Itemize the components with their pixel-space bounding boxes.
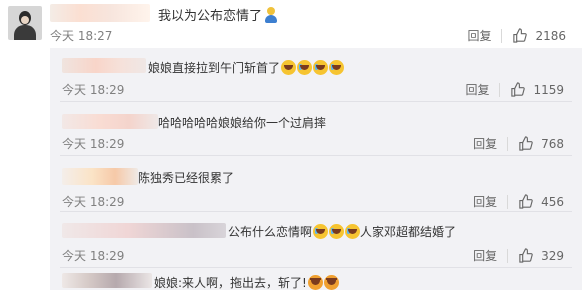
reply-button[interactable]: 回复 bbox=[473, 193, 497, 210]
username-blurred[interactable] bbox=[50, 4, 150, 22]
reply-button[interactable]: 回复 bbox=[473, 135, 497, 152]
thumbs-up-icon[interactable] bbox=[512, 28, 528, 43]
like-count: 2186 bbox=[535, 28, 566, 43]
thumbs-up-icon[interactable] bbox=[518, 248, 533, 263]
avatar[interactable] bbox=[8, 6, 42, 40]
reply-actions: 回复 1159 bbox=[465, 81, 564, 98]
list-item: 娘娘直接拉到午门斩首了 今天 18:29 回复 1159 bbox=[50, 48, 582, 102]
divider bbox=[507, 136, 509, 151]
main-comment: 我以为公布恋情了 今天 18:27 回复 2186 bbox=[0, 0, 586, 48]
laugh-emoji-icon bbox=[281, 60, 297, 75]
reply-time: 今天 18:29 bbox=[62, 249, 125, 263]
list-item: 哈哈哈哈哈娘娘给你一个过肩摔 今天 18:29 回复 768 bbox=[50, 102, 582, 156]
cry-laugh-emoji-icon bbox=[313, 224, 329, 239]
reply-button[interactable]: 回复 bbox=[467, 27, 491, 44]
reply-text: 娘娘直接拉到午门斩首了 bbox=[148, 59, 345, 76]
angry-emoji-icon bbox=[323, 275, 339, 290]
divider bbox=[499, 82, 501, 97]
cry-laugh-emoji-icon bbox=[329, 60, 345, 75]
cry-laugh-emoji-icon bbox=[329, 224, 345, 239]
cry-laugh-emoji-icon bbox=[345, 224, 361, 239]
thumbs-up-icon[interactable] bbox=[518, 194, 533, 209]
thumbs-up-icon[interactable] bbox=[518, 136, 533, 151]
reply-actions: 回复 456 bbox=[473, 193, 564, 210]
reply-text: 哈哈哈哈哈娘娘给你一个过肩摔 bbox=[158, 116, 327, 130]
reply-text: 娘娘:来人啊，拖出去，斩了! bbox=[154, 274, 339, 290]
list-item: 娘娘:来人啊，拖出去，斩了! bbox=[50, 268, 582, 290]
comment-time: 今天 18:27 bbox=[50, 29, 113, 43]
divider bbox=[501, 28, 503, 43]
comment-text: 我以为公布恋情了 bbox=[158, 5, 278, 24]
reply-button[interactable]: 回复 bbox=[473, 247, 497, 264]
list-item: 公布什么恋情啊 人家邓超都结婚了 今天 18:29 回复 329 bbox=[50, 212, 582, 268]
reply-time: 今天 18:29 bbox=[62, 137, 125, 151]
figure-emoji-icon bbox=[264, 7, 278, 23]
reply-list: 娘娘直接拉到午门斩首了 今天 18:29 回复 1159 哈哈哈哈哈娘娘给你一个… bbox=[50, 48, 582, 290]
angry-emoji-icon bbox=[307, 275, 323, 290]
reply-text: 公布什么恋情啊 人家邓超都结婚了 bbox=[228, 224, 457, 239]
comment-thread: 我以为公布恋情了 今天 18:27 回复 2186 娘娘直接拉到午门斩首了 今天… bbox=[0, 0, 586, 290]
like-count: 768 bbox=[541, 136, 564, 151]
username-blurred[interactable] bbox=[62, 58, 146, 73]
divider bbox=[507, 248, 509, 263]
comment-actions: 回复 2186 bbox=[467, 27, 566, 44]
cry-laugh-emoji-icon bbox=[313, 60, 329, 75]
cry-laugh-emoji-icon bbox=[297, 60, 313, 75]
reply-time: 今天 18:29 bbox=[62, 195, 125, 209]
thumbs-up-icon[interactable] bbox=[510, 82, 526, 97]
reply-time: 今天 18:29 bbox=[62, 83, 125, 97]
username-blurred[interactable] bbox=[62, 168, 138, 185]
username-blurred[interactable] bbox=[62, 223, 226, 238]
username-blurred[interactable] bbox=[62, 114, 158, 129]
divider bbox=[507, 194, 509, 209]
reply-button[interactable]: 回复 bbox=[465, 81, 489, 98]
like-count: 1159 bbox=[533, 82, 564, 97]
reply-actions: 回复 768 bbox=[473, 135, 564, 152]
like-count: 329 bbox=[541, 248, 564, 263]
reply-text: 陈独秀已经很累了 bbox=[138, 171, 235, 185]
list-item: 陈独秀已经很累了 今天 18:29 回复 456 bbox=[50, 156, 582, 212]
reply-actions: 回复 329 bbox=[473, 247, 564, 264]
like-count: 456 bbox=[541, 194, 564, 209]
username-blurred[interactable] bbox=[62, 273, 152, 288]
